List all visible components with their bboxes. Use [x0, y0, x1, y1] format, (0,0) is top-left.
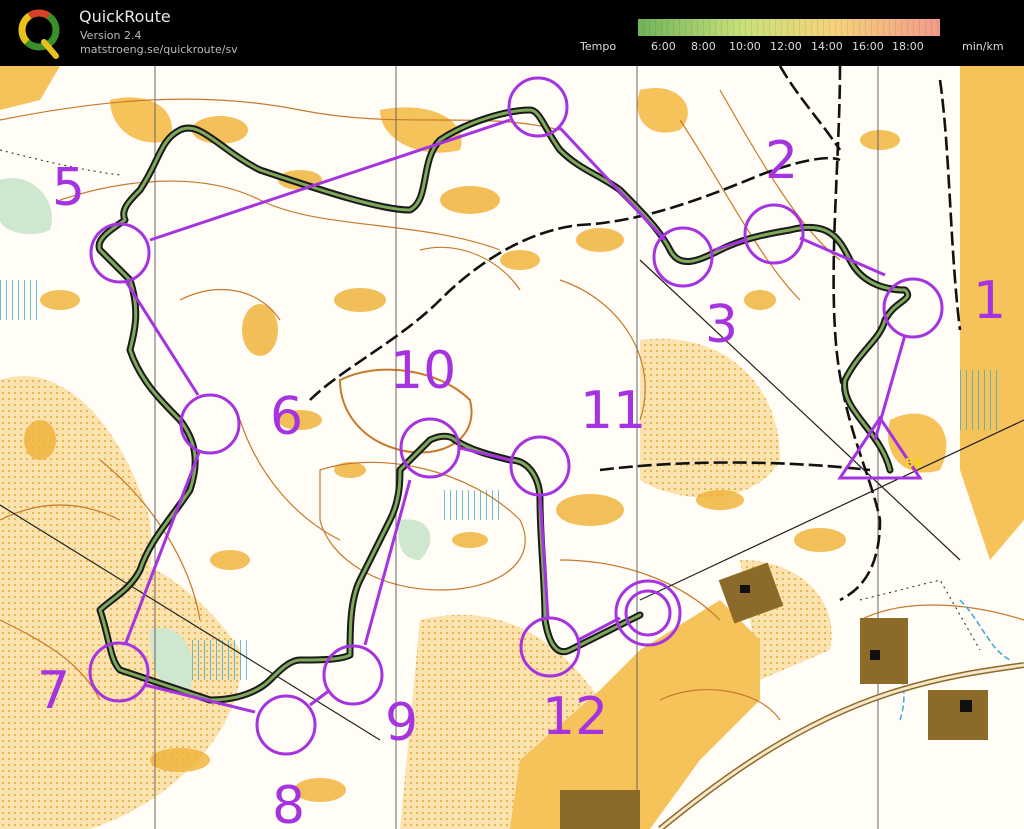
- app-name: QuickRoute: [79, 7, 171, 26]
- control-number: 2: [765, 131, 798, 191]
- tempo-tick: 14:00: [811, 40, 843, 53]
- control-number: 9: [385, 693, 418, 753]
- control-number: 12: [542, 687, 608, 747]
- orienteering-map[interactable]: 1 2 3 5 6 7 8 9 10 11 12 B8: [0, 66, 1024, 829]
- tempo-unit: min/km: [962, 40, 1004, 53]
- app-version: Version 2.4: [80, 29, 142, 42]
- control-number: 3: [705, 295, 738, 355]
- tempo-tick: 12:00: [770, 40, 802, 53]
- finish-label: B8: [905, 456, 923, 470]
- control-number: 1: [973, 271, 1006, 331]
- tempo-label: Tempo: [580, 40, 617, 53]
- app-url[interactable]: matstroeng.se/quickroute/sv: [80, 43, 238, 56]
- tempo-tick: 10:00: [729, 40, 761, 53]
- tempo-color-scale: [638, 19, 940, 36]
- control-number: 6: [270, 387, 303, 447]
- app-header: QuickRoute Version 2.4 matstroeng.se/qui…: [0, 0, 1024, 66]
- tempo-tick: 16:00: [852, 40, 884, 53]
- control-number: 7: [37, 661, 70, 721]
- tempo-tick: 6:00: [651, 40, 676, 53]
- control-number: 11: [580, 381, 646, 441]
- control-number: 5: [52, 158, 85, 218]
- quickroute-logo-icon: [18, 9, 60, 59]
- tempo-tick: 18:00: [892, 40, 924, 53]
- control-number: 8: [272, 776, 305, 829]
- control-number: 10: [390, 341, 456, 401]
- tempo-tick: 8:00: [691, 40, 716, 53]
